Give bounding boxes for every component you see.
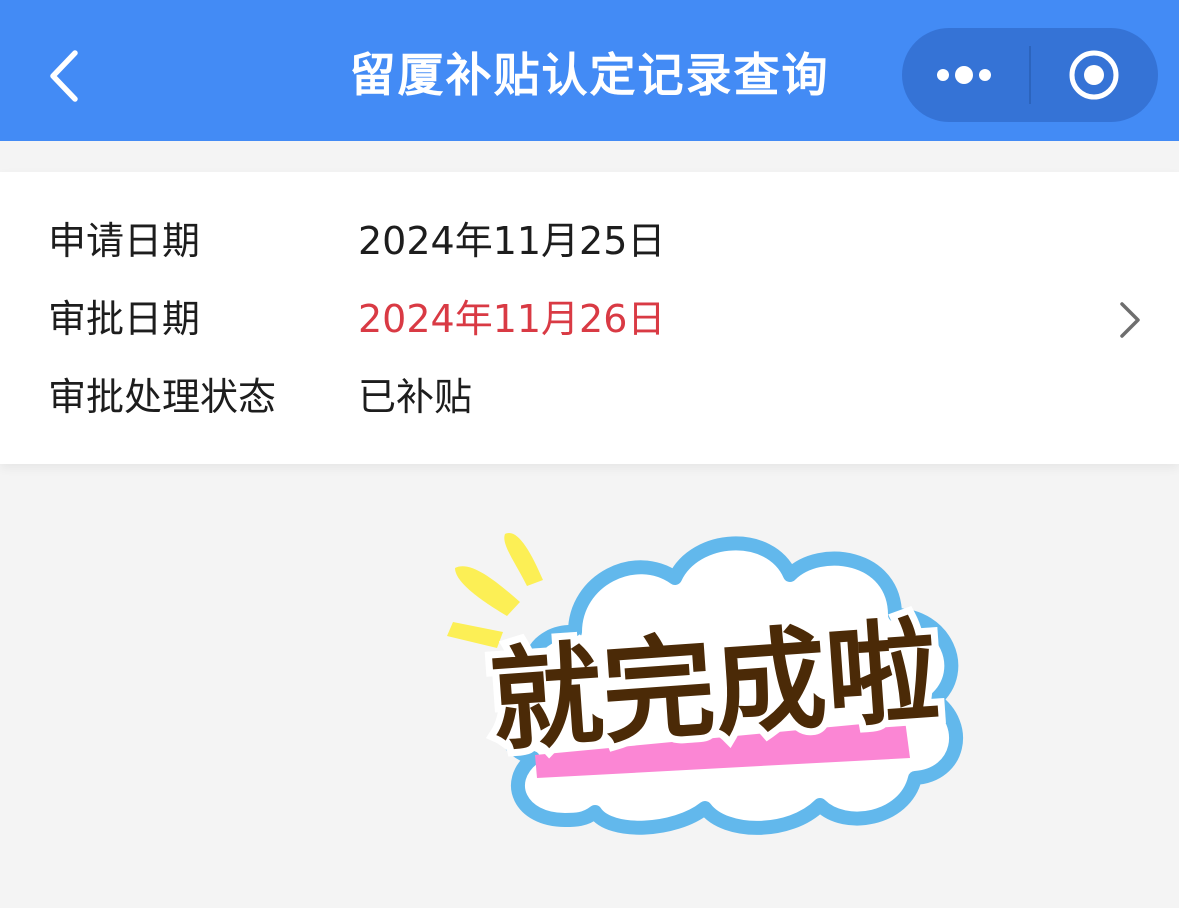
completion-sticker: 就完成啦 [425, 520, 985, 840]
chevron-right-icon [1120, 302, 1140, 338]
more-button[interactable] [924, 45, 1010, 105]
sticker-graphic: 就完成啦 [447, 533, 964, 835]
apply-date-value: 2024年11月25日 [358, 219, 666, 263]
record-card[interactable]: 申请日期 2024年11月25日 审批日期 2024年11月26日 审批处理状态… [0, 172, 1179, 464]
record-detail-button[interactable] [1112, 300, 1148, 340]
page: 留厦补贴认定记录查询 申请日期 2024年11月25日 审批日期 2024年11… [0, 0, 1179, 908]
apply-date-row: 申请日期 2024年11月25日 [0, 205, 1179, 277]
target-circle-icon [1069, 50, 1119, 100]
approval-date-row: 审批日期 2024年11月26日 [0, 283, 1179, 355]
status-row: 审批处理状态 已补贴 [0, 361, 1179, 433]
close-mini-program-button[interactable] [1052, 45, 1138, 105]
mini-program-capsule [902, 28, 1158, 122]
status-label: 审批处理状态 [48, 375, 277, 419]
status-value: 已补贴 [358, 375, 473, 419]
navigation-bar: 留厦补贴认定记录查询 [0, 0, 1179, 141]
approval-date-label: 审批日期 [48, 297, 201, 341]
capsule-divider [1029, 46, 1031, 104]
approval-date-value: 2024年11月26日 [358, 297, 666, 341]
more-dots-icon [937, 66, 991, 84]
apply-date-label: 申请日期 [48, 219, 201, 263]
